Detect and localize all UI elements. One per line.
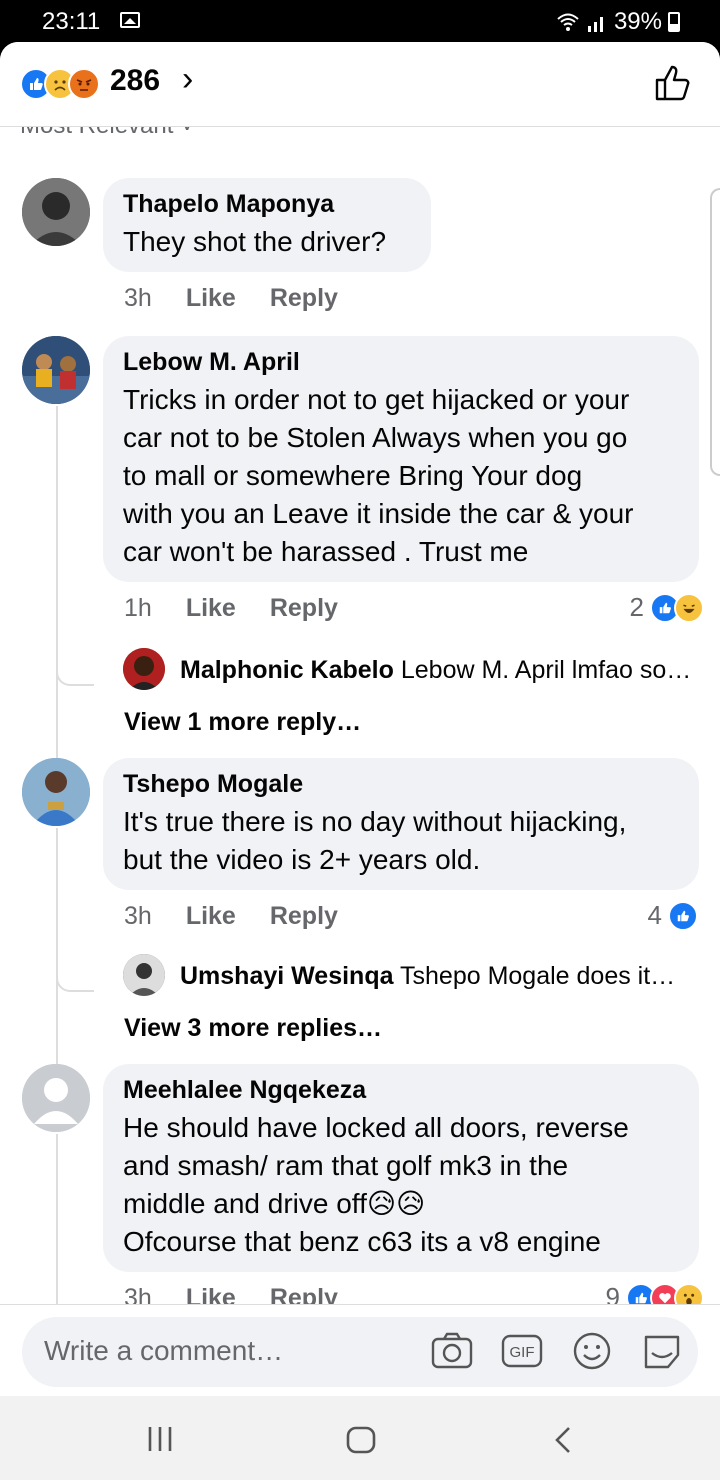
status-bar: 23:11 39% bbox=[0, 0, 720, 42]
home-button[interactable] bbox=[346, 1426, 376, 1459]
reactions-header: 286 › bbox=[0, 42, 720, 127]
avatar[interactable] bbox=[22, 758, 90, 826]
reaction-count[interactable]: 286 bbox=[110, 64, 160, 98]
composer-icons: GIF bbox=[430, 1331, 684, 1376]
thread-connector bbox=[56, 962, 94, 992]
battery-percent: 39% bbox=[613, 8, 662, 35]
scrollbar[interactable] bbox=[710, 188, 720, 476]
like-button[interactable]: Like bbox=[186, 902, 236, 931]
system-nav-bar bbox=[0, 1396, 720, 1480]
reply-snippet: Tshepo Mogale does it… bbox=[400, 962, 676, 990]
comment-time[interactable]: 3h bbox=[124, 284, 152, 313]
reply-button[interactable]: Reply bbox=[270, 284, 338, 313]
avatar[interactable] bbox=[22, 178, 90, 246]
comment-author[interactable]: Thapelo Maponya bbox=[123, 190, 411, 219]
reaction-count: 2 bbox=[629, 592, 644, 622]
comment-author[interactable]: Meehlalee Ngqekeza bbox=[123, 1076, 679, 1105]
reply-button[interactable]: Reply bbox=[270, 902, 338, 931]
comment-bubble[interactable]: Meehlalee Ngqekeza He should have locked… bbox=[103, 1064, 699, 1272]
haha-icon bbox=[674, 592, 704, 623]
comment-text-line: car not to be Stolen Always when you go bbox=[123, 422, 628, 453]
comment-text-line: Ofcourse that benz c63 its a v8 engine bbox=[123, 1226, 601, 1257]
comment-time[interactable]: 3h bbox=[124, 902, 152, 931]
comment-actions: 1h Like Reply bbox=[124, 594, 338, 623]
comment-author[interactable]: Lebow M. April bbox=[123, 348, 679, 377]
comment-text-line: middle and drive off😥😥 bbox=[123, 1188, 426, 1219]
status-right: 39% bbox=[556, 8, 680, 36]
like-outline-icon[interactable] bbox=[654, 64, 692, 107]
battery-icon bbox=[668, 12, 680, 32]
svg-text:GIF: GIF bbox=[510, 1344, 535, 1361]
avatar[interactable] bbox=[22, 336, 90, 404]
avatar[interactable] bbox=[123, 648, 165, 690]
view-more-replies[interactable]: View 1 more reply… bbox=[124, 708, 361, 737]
comment-text-line: but the video is 2+ years old. bbox=[123, 844, 481, 875]
thread-connector bbox=[56, 656, 94, 686]
comment-bubble[interactable]: Tshepo Mogale It's true there is no day … bbox=[103, 758, 699, 890]
comment-text-line: Tricks in order not to get hijacked or y… bbox=[123, 384, 630, 415]
emoji-icon[interactable] bbox=[570, 1331, 614, 1376]
gallery-notification-icon bbox=[120, 12, 140, 28]
reaction-summary[interactable] bbox=[20, 68, 100, 100]
comment-time[interactable]: 1h bbox=[124, 594, 152, 623]
thread-line bbox=[56, 1134, 58, 1304]
comment-input[interactable]: Write a comment… GIF bbox=[22, 1317, 698, 1387]
comments-sheet: 286 › Most Relevant ˅ Thapelo Maponya Th… bbox=[0, 42, 720, 1396]
reply-preview[interactable]: Malphonic Kabelo Lebow M. April lmfao so… bbox=[180, 656, 690, 685]
thread-line bbox=[56, 828, 58, 1066]
angry-icon bbox=[68, 68, 100, 100]
recent-apps-button[interactable] bbox=[146, 1426, 174, 1457]
wifi-icon bbox=[557, 13, 579, 31]
comment-bubble[interactable]: Thapelo Maponya They shot the driver? bbox=[103, 178, 431, 272]
comment-actions: 3h Like Reply bbox=[124, 284, 338, 313]
comment-input-placeholder: Write a comment… bbox=[44, 1335, 284, 1366]
comment-reactions[interactable]: 4 bbox=[648, 900, 698, 931]
like-button[interactable]: Like bbox=[186, 594, 236, 623]
avatar[interactable] bbox=[22, 1064, 90, 1132]
sticker-icon[interactable] bbox=[640, 1331, 684, 1376]
reply-preview[interactable]: Umshayi Wesinqa Tshepo Mogale does it… bbox=[180, 962, 690, 991]
signal-icon bbox=[587, 17, 603, 32]
comment-actions: 3h Like Reply bbox=[124, 902, 338, 931]
status-time: 23:11 bbox=[42, 8, 101, 35]
comment-composer: Write a comment… GIF bbox=[0, 1304, 720, 1396]
reply-snippet: Lebow M. April lmfao so… bbox=[400, 656, 690, 684]
view-more-replies[interactable]: View 3 more replies… bbox=[124, 1014, 382, 1043]
comment-text-line: to mall or somewhere Bring Your dog bbox=[123, 460, 583, 491]
thread-line bbox=[56, 406, 58, 758]
reply-author[interactable]: Umshayi Wesinqa bbox=[180, 962, 394, 990]
reply-author[interactable]: Malphonic Kabelo bbox=[180, 656, 394, 684]
chevron-right-icon[interactable]: › bbox=[182, 60, 193, 99]
comment-text: They shot the driver? bbox=[123, 226, 387, 257]
gif-icon[interactable]: GIF bbox=[500, 1331, 544, 1376]
comment-text-line: and smash/ ram that golf mk3 in the bbox=[123, 1150, 569, 1181]
comment-text-line: car won't be harassed . Trust me bbox=[123, 536, 529, 567]
reply-button[interactable]: Reply bbox=[270, 594, 338, 623]
comment-text-line: It's true there is no day without hijack… bbox=[123, 806, 627, 837]
comment-bubble[interactable]: Lebow M. April Tricks in order not to ge… bbox=[103, 336, 699, 582]
comment-reactions[interactable]: 2 bbox=[629, 592, 704, 623]
comment-text-line: with you an Leave it inside the car & yo… bbox=[123, 498, 634, 529]
like-icon bbox=[668, 900, 698, 931]
camera-icon[interactable] bbox=[430, 1331, 474, 1376]
reaction-count: 4 bbox=[647, 900, 662, 930]
avatar[interactable] bbox=[123, 954, 165, 996]
back-button[interactable] bbox=[552, 1426, 574, 1459]
comment-text-line: He should have locked all doors, reverse bbox=[123, 1112, 629, 1143]
comment-author[interactable]: Tshepo Mogale bbox=[123, 770, 679, 799]
like-button[interactable]: Like bbox=[186, 284, 236, 313]
